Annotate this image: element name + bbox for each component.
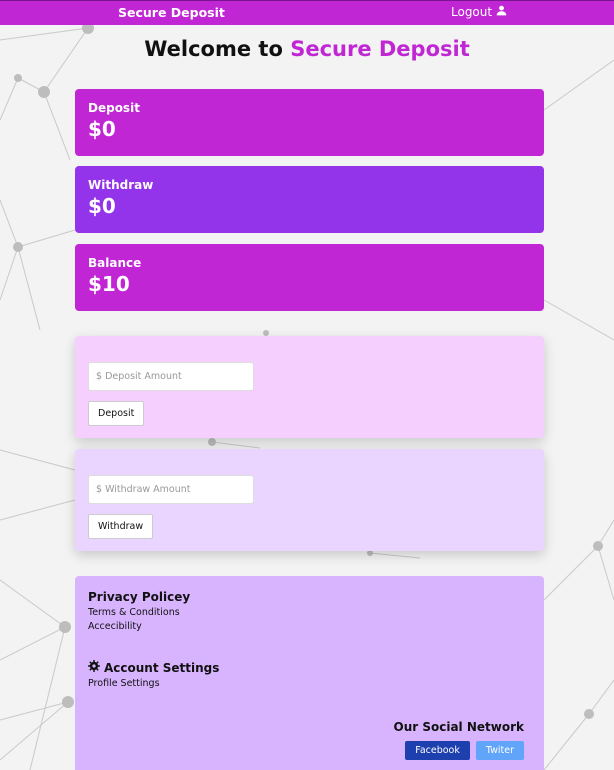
title-prefix: Welcome to: [144, 37, 283, 61]
social-network: Our Social Network Facebook Twiter: [393, 720, 525, 760]
deposit-stat-card: Deposit $0: [75, 89, 544, 156]
balance-stat-value: $10: [88, 272, 130, 296]
withdraw-stat-value: $0: [88, 194, 116, 218]
account-settings-heading: Account Settings: [88, 660, 531, 675]
deposit-button[interactable]: Deposit: [88, 401, 145, 426]
footer: Privacy Policey Terms & Conditions Accec…: [75, 576, 544, 770]
terms-link[interactable]: Terms & Conditions: [88, 607, 531, 618]
withdraw-stat-card: Withdraw $0: [75, 166, 544, 233]
accessibility-link[interactable]: Accecibility: [88, 621, 531, 632]
account-settings-label: Account Settings: [104, 660, 220, 675]
profile-settings-link[interactable]: Profile Settings: [88, 678, 531, 689]
withdraw-form: Withdraw: [75, 449, 544, 551]
deposit-stat-value: $0: [88, 117, 116, 141]
deposit-stat-label: Deposit: [88, 101, 140, 115]
deposit-amount-input[interactable]: [88, 362, 254, 391]
social-heading: Our Social Network: [393, 720, 525, 734]
balance-stat-card: Balance $10: [75, 244, 544, 311]
withdraw-stat-label: Withdraw: [88, 178, 154, 192]
withdraw-amount-input[interactable]: [88, 475, 254, 504]
brand-link[interactable]: Secure Deposit: [118, 5, 225, 20]
facebook-button[interactable]: Facebook: [405, 741, 470, 760]
user-icon: [496, 5, 507, 19]
withdraw-button[interactable]: Withdraw: [88, 514, 154, 539]
title-accent: Secure Deposit: [290, 37, 470, 61]
deposit-form: Deposit: [75, 336, 544, 438]
twitter-button[interactable]: Twiter: [475, 741, 524, 760]
privacy-heading: Privacy Policey: [88, 590, 191, 604]
logout-label: Logout: [451, 5, 493, 19]
gear-icon: [88, 660, 100, 675]
page-title: Welcome to Secure Deposit: [0, 37, 614, 61]
balance-stat-label: Balance: [88, 256, 142, 270]
logout-link[interactable]: Logout: [451, 5, 507, 19]
top-navbar: Secure Deposit Logout: [0, 0, 614, 25]
